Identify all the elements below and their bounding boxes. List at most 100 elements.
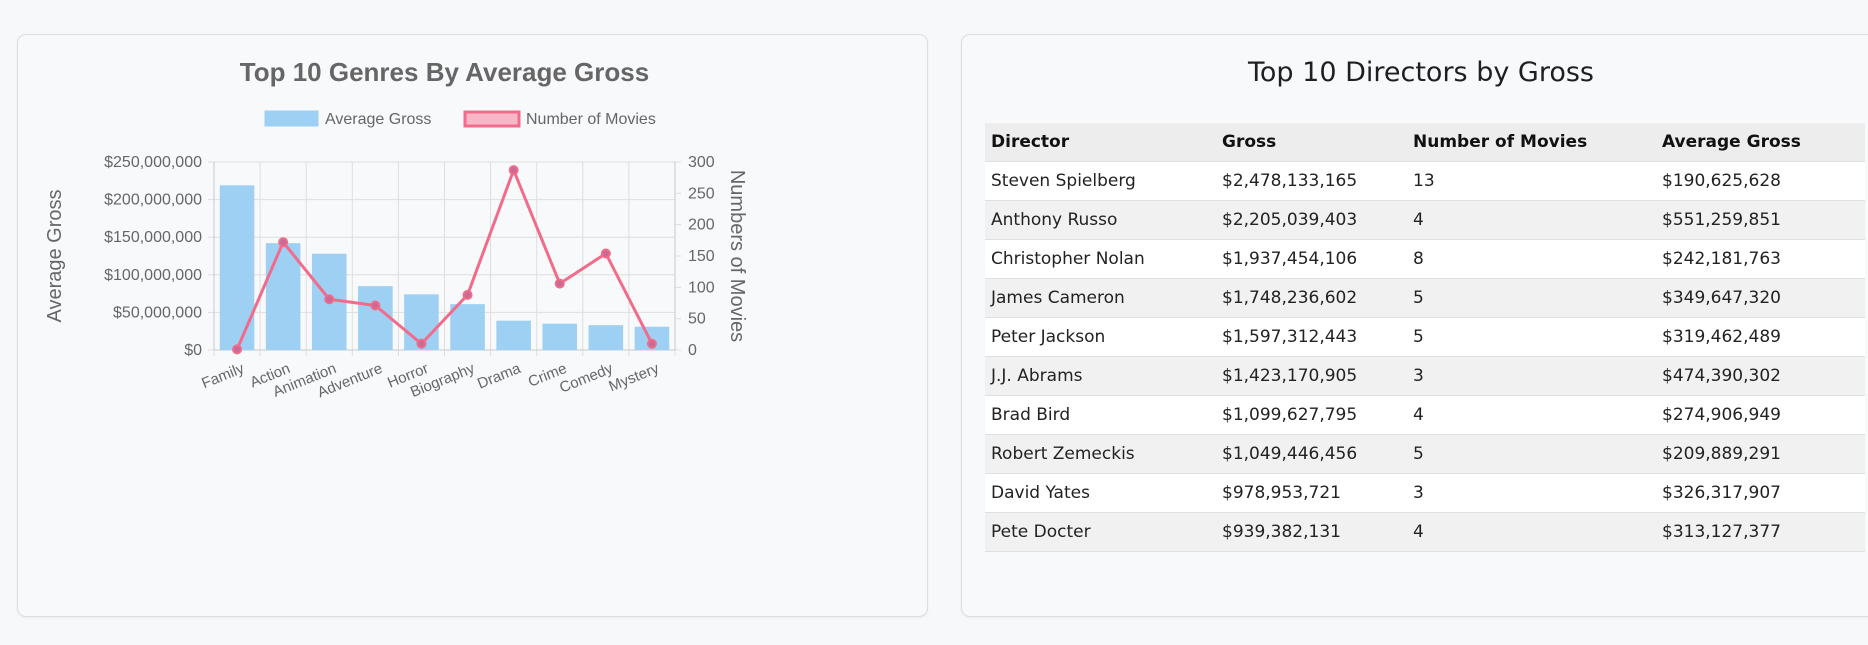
y2-axis-tick-label: 100 [688,279,715,296]
bar-drama [496,320,531,350]
cell-gross: $2,478,133,165 [1216,160,1407,200]
table-row: Steven Spielberg $2,478,133,165 13 $190,625… [985,160,1865,200]
table-row: Robert Zemeckis $1,049,446,456 5 $209,889,2… [985,433,1865,473]
cell-director: Pete Docter [985,511,1216,552]
cell-number-of-movies: 5 [1407,316,1656,356]
cell-average-gross: $313,127,377 [1656,511,1865,552]
chart-title: Top 10 Genres By Average Gross [240,57,649,87]
cell-gross: $939,382,131 [1216,511,1407,552]
genre-chart: Top 10 Genres By Average Gross Average Gr… [44,57,748,401]
cell-director: Brad Bird [985,394,1216,434]
column-header-average-gross: Average Gross [1662,131,1801,152]
table-title: Top 10 Directors by Gross [1248,57,1594,88]
legend-label-number-of-movies: Number of Movies [526,111,656,128]
cell-average-gross: $349,647,320 [1656,277,1865,317]
x-axis-tick-label: Mystery [606,360,662,396]
y-axis-tick-label: $250,000,000 [104,154,202,171]
cell-average-gross: $319,462,489 [1656,316,1865,356]
cell-gross: $1,423,170,905 [1216,355,1407,395]
table-row: Pete Docter $939,382,131 4 $313,127,377 [985,511,1865,552]
cell-gross: $978,953,721 [1216,472,1407,512]
x-axis-tick-label: Drama [475,360,524,393]
y-axis-tick-label: $200,000,000 [104,192,202,209]
cell-average-gross: $190,625,628 [1656,160,1865,200]
cell-number-of-movies: 4 [1407,394,1656,434]
point-animation [324,294,335,305]
y2-axis-tick-label: 300 [688,154,715,171]
cell-gross: $1,748,236,602 [1216,277,1407,317]
x-axis-tick-label: Comedy [557,360,616,397]
x-axis-tick-label: Family [199,360,247,392]
cell-director: David Yates [985,472,1216,512]
cell-average-gross: $551,259,851 [1656,199,1865,239]
y2-axis-title: Numbers of Movies [726,170,748,342]
cell-director: Robert Zemeckis [985,433,1216,473]
cell-average-gross: $274,906,949 [1656,394,1865,434]
column-header-gross: Gross [1222,131,1277,152]
cell-gross: $2,205,039,403 [1216,199,1407,239]
point-drama [508,165,519,176]
cell-number-of-movies: 4 [1407,511,1656,552]
cell-number-of-movies: 4 [1407,199,1656,239]
cell-gross: $1,049,446,456 [1216,433,1407,473]
table-row: Brad Bird $1,099,627,795 4 $274,906,949 [985,394,1865,434]
table-row: Anthony Russo $2,205,039,403 4 $551,259,851 [985,199,1865,239]
point-horror [416,338,427,349]
y2-axis-tick-label: 50 [688,311,706,328]
genre-chart-card: Top 10 Genres By Average Gross Average Gr… [17,34,928,617]
cell-number-of-movies: 5 [1407,277,1656,317]
point-action [278,237,289,248]
directors-table-card: Top 10 Directors by Gross Director Gross… [961,34,1868,617]
point-mystery [646,338,657,349]
legend-swatch-number-of-movies [463,110,521,128]
y-axis-tick-label: $50,000,000 [113,304,202,321]
cell-average-gross: $209,889,291 [1656,433,1865,473]
table-row: Peter Jackson $1,597,312,443 5 $319,462,489 [985,316,1865,356]
y-axis-tick-label: $100,000,000 [104,267,202,284]
cell-director: J.J. Abrams [985,355,1216,395]
table-row: J.J. Abrams $1,423,170,905 3 $474,390,302 [985,355,1865,395]
y-axis-tick-label: $150,000,000 [104,229,202,246]
legend-swatch-average-gross [264,110,319,127]
y2-axis-tick-label: 200 [688,217,715,234]
y-axis-title: Average Gross [44,189,66,322]
bar-biography [450,304,485,350]
point-comedy [600,248,611,259]
point-crime [554,278,565,289]
cell-number-of-movies: 3 [1407,472,1656,512]
point-adventure [370,300,381,311]
cell-director: Anthony Russo [985,199,1216,239]
cell-average-gross: $474,390,302 [1656,355,1865,395]
table-header-row: Director Gross Number of Movies Average … [985,123,1865,161]
y2-axis-tick-label: 0 [688,342,697,359]
bar-family [219,185,255,350]
y-axis-tick-label: $0 [184,342,202,359]
legend-label-average-gross: Average Gross [325,111,431,128]
directors-table: Director Gross Number of Movies Average … [985,123,1865,552]
bar-crime [542,323,578,350]
cell-director: Christopher Nolan [985,238,1216,278]
bar-adventure [358,286,393,350]
y2-axis-tick-label: 150 [688,248,715,265]
column-header-number-of-movies: Number of Movies [1413,131,1588,152]
table-row: David Yates $978,953,721 3 $326,317,907 [985,472,1865,512]
bar-comedy [588,325,624,350]
cell-gross: $1,099,627,795 [1216,394,1407,434]
y2-axis-tick-label: 250 [688,185,715,202]
cell-gross: $1,597,312,443 [1216,316,1407,356]
cell-average-gross: $242,181,763 [1656,238,1865,278]
table-row: James Cameron $1,748,236,602 5 $349,647,320 [985,277,1865,317]
cell-number-of-movies: 5 [1407,433,1656,473]
cell-average-gross: $326,317,907 [1656,472,1865,512]
cell-gross: $1,937,454,106 [1216,238,1407,278]
cell-director: James Cameron [985,277,1216,317]
point-biography [462,289,473,300]
cell-director: Peter Jackson [985,316,1216,356]
column-header-director: Director [991,131,1070,152]
cell-number-of-movies: 3 [1407,355,1656,395]
cell-number-of-movies: 8 [1407,238,1656,278]
point-family [232,344,243,355]
cell-number-of-movies: 13 [1407,160,1656,200]
table-row: Christopher Nolan $1,937,454,106 8 $242,181… [985,238,1865,278]
cell-director: Steven Spielberg [985,160,1216,200]
